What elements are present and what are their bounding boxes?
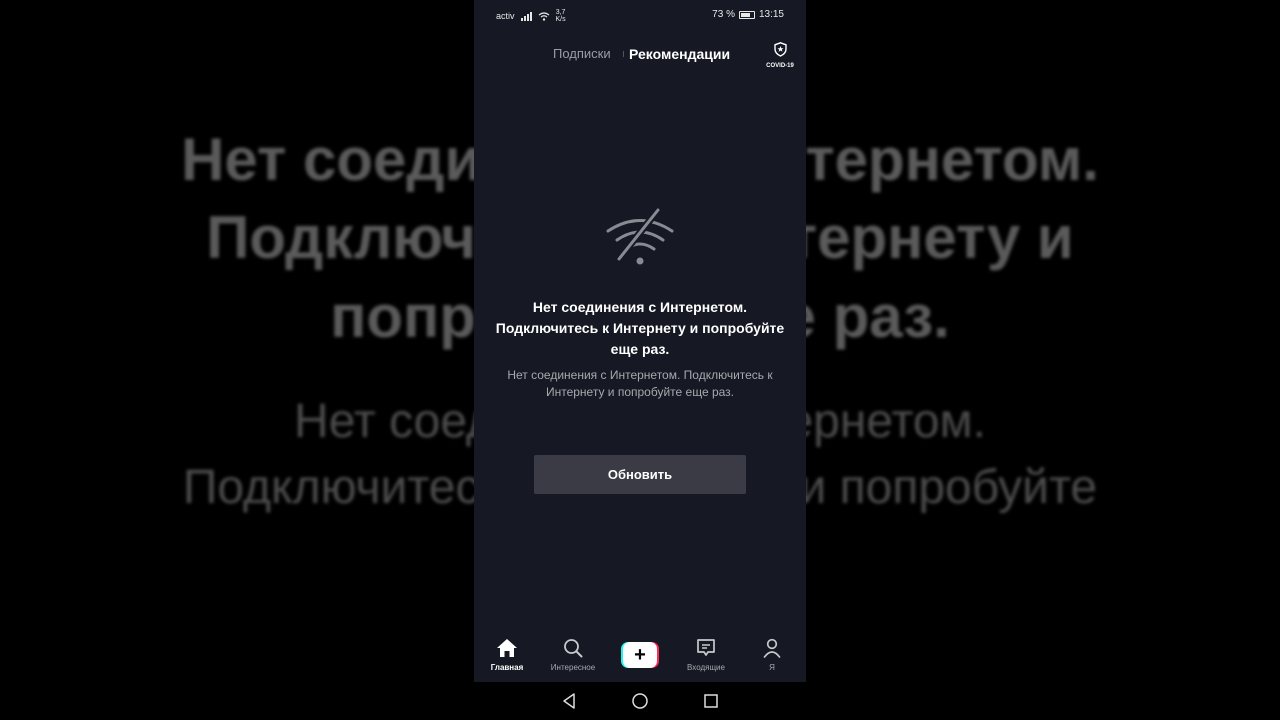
covid-label: COVID-19	[766, 63, 794, 69]
signal-icon	[520, 11, 532, 21]
nav-home[interactable]: Главная	[477, 638, 537, 672]
network-speed: 3,7 K/s	[555, 9, 566, 23]
nav-inbox[interactable]: Входящие	[676, 638, 736, 672]
wifi-icon	[538, 11, 549, 21]
nav-inbox-label: Входящие	[687, 663, 725, 672]
create-button[interactable]: +	[621, 642, 659, 668]
error-title: Нет соединения с Интернетом. Подключитес…	[495, 299, 785, 357]
shield-icon	[773, 42, 787, 57]
system-navigation-bar	[474, 682, 806, 720]
nav-home-label: Главная	[490, 663, 524, 672]
carrier-name: activ	[496, 11, 515, 21]
tab-divider	[623, 51, 624, 57]
battery-icon	[738, 10, 755, 19]
search-icon	[564, 639, 583, 658]
error-subtitle: Нет соединения с Интернетом. Подключитес…	[507, 368, 773, 399]
top-navigation: Подписки Рекомендации COVID-19	[474, 40, 806, 70]
home-icon	[497, 639, 517, 657]
tab-for-you[interactable]: Рекомендации	[629, 46, 730, 62]
refresh-button[interactable]: Обновить	[534, 455, 746, 494]
nav-profile[interactable]: Я	[742, 638, 802, 672]
covid-button[interactable]: COVID-19	[764, 42, 796, 69]
home-circle-icon[interactable]	[631, 692, 649, 710]
recents-icon[interactable]	[703, 692, 719, 710]
phone-screen: activ 3,7 K/s 73 % 13:15 Подписки Рекоме…	[474, 0, 806, 720]
nav-discover-label: Интересное	[550, 663, 596, 672]
plus-icon: +	[623, 642, 657, 668]
profile-icon	[763, 638, 781, 658]
wifi-off-icon	[606, 206, 674, 265]
status-bar: activ 3,7 K/s 73 % 13:15	[474, 0, 806, 28]
inbox-icon	[697, 639, 715, 656]
nav-profile-label: Я	[769, 663, 775, 672]
bottom-navigation: Главная Интересное + Входящие Я	[474, 628, 806, 682]
back-icon[interactable]	[561, 692, 577, 710]
clock: 13:15	[758, 9, 784, 20]
nav-discover[interactable]: Интересное	[543, 638, 603, 672]
battery-percent: 73 %	[712, 9, 735, 20]
tab-following[interactable]: Подписки	[553, 46, 611, 61]
